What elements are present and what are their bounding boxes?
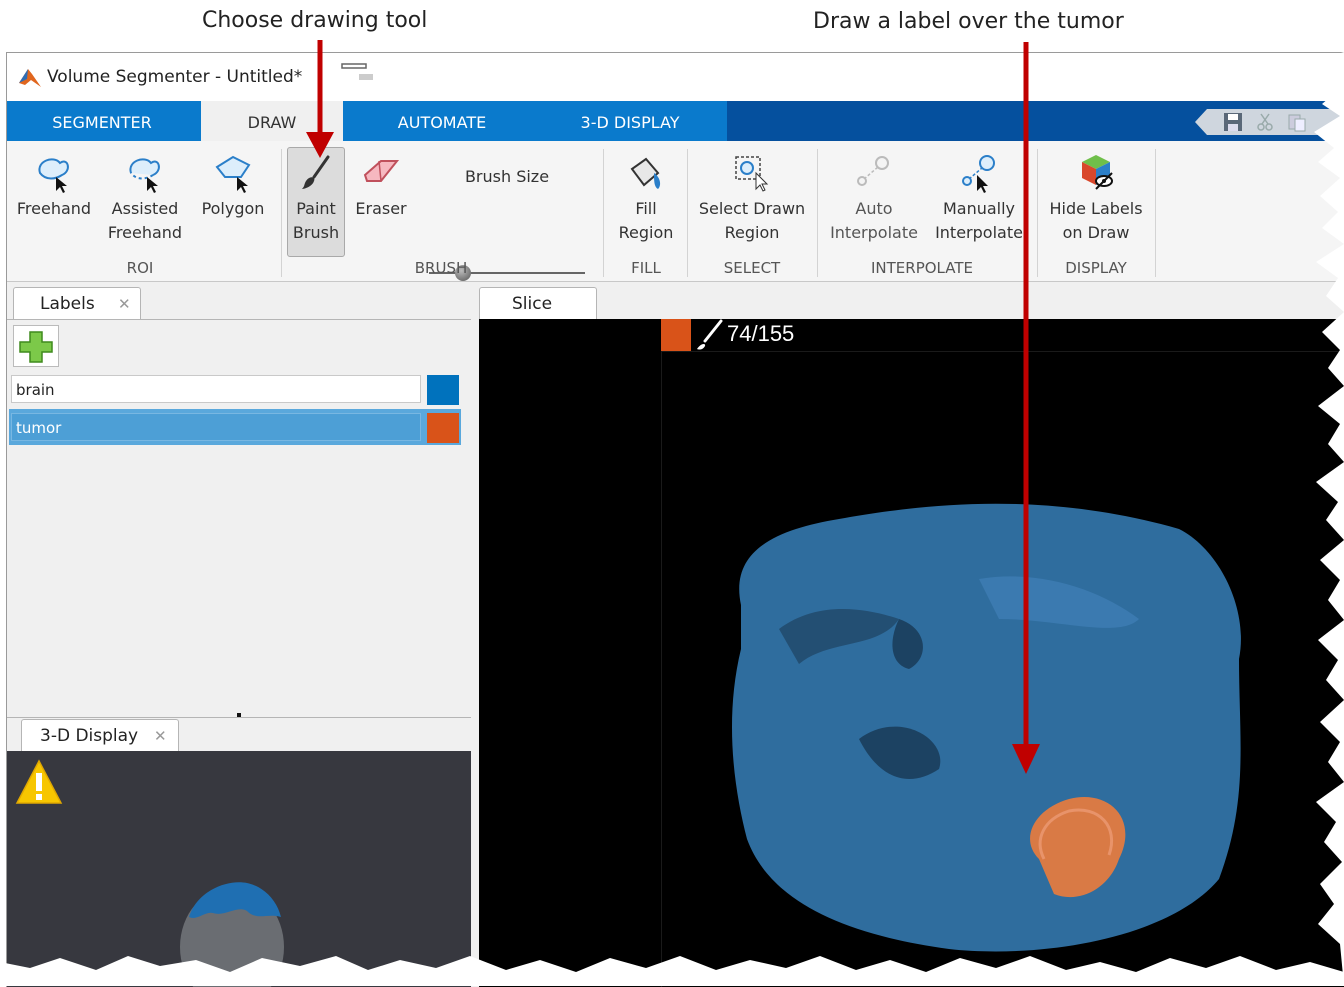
torn-edge-frame <box>0 52 1344 986</box>
